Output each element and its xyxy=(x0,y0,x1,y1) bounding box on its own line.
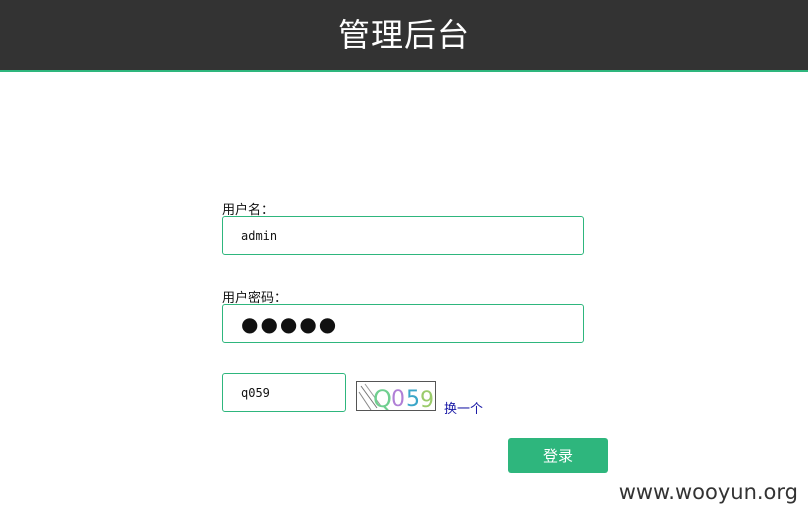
captcha-image[interactable]: Q 0 5 9 xyxy=(356,381,436,411)
page-title: 管理后台 xyxy=(337,16,470,54)
login-button[interactable]: 登录 xyxy=(508,438,608,473)
refresh-captcha-link[interactable]: 换一个 xyxy=(444,398,483,417)
captcha-char: 9 xyxy=(420,388,434,411)
captcha-input[interactable] xyxy=(222,373,346,412)
app-header: 管理后台 xyxy=(0,0,808,72)
watermark-text: www.wooyun.org xyxy=(618,480,798,504)
captcha-char: Q xyxy=(373,385,392,411)
captcha-char: 0 xyxy=(391,387,405,411)
password-field[interactable] xyxy=(222,304,584,343)
username-field[interactable] xyxy=(222,216,584,255)
captcha-char: 5 xyxy=(406,387,420,411)
